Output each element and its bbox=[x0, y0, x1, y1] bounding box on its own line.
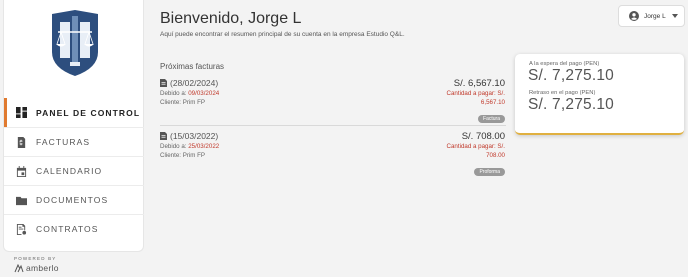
amount-due-value: 6,567.10 bbox=[480, 99, 505, 106]
dashboard-icon bbox=[6, 107, 36, 118]
document-icon bbox=[160, 132, 167, 140]
payment-summary-card: A la espera del pago (PEN) S/. 7,275.10 … bbox=[515, 54, 684, 135]
sidebar-item-label: FACTURAS bbox=[36, 137, 91, 147]
invoice-amount-block: S/. 6,567.10 Cantidad a pagar: S/. 6,567… bbox=[415, 78, 505, 125]
overdue-payment-value: S/. 7,275.10 bbox=[528, 96, 614, 113]
powered-by-label: POWERED BY bbox=[14, 256, 57, 261]
client-label: Cliente: bbox=[160, 152, 181, 159]
amount-due-label: Cantidad a pagar: S/. bbox=[446, 143, 505, 150]
pending-payment-value: S/. 7,275.10 bbox=[528, 67, 614, 84]
sidebar: PANEL DE CONTROL FACTURAS CALENDARIO DOC… bbox=[3, 0, 144, 252]
invoice-amount: S/. 708.00 bbox=[461, 131, 505, 142]
user-avatar-icon bbox=[629, 11, 639, 21]
sidebar-item-label: PANEL DE CONTROL bbox=[36, 107, 141, 118]
due-label: Debido a: bbox=[160, 143, 187, 150]
invoice-item[interactable]: (15/03/2022) Debido a: 25/03/2022 Client… bbox=[160, 131, 506, 176]
folder-icon bbox=[6, 195, 36, 206]
sidebar-item-facturas[interactable]: FACTURAS bbox=[4, 127, 144, 156]
page-subtitle: Aquí puede encontrar el resumen principa… bbox=[160, 31, 405, 38]
amberlo-brand-name: amberlo bbox=[26, 263, 59, 273]
user-name: Jorge L bbox=[644, 12, 666, 20]
invoice-type-badge: Factura bbox=[478, 115, 505, 123]
sidebar-item-label: DOCUMENTOS bbox=[36, 195, 109, 205]
chevron-down-icon bbox=[671, 14, 678, 18]
sidebar-item-calendario[interactable]: CALENDARIO bbox=[4, 156, 144, 185]
client-label: Cliente: bbox=[160, 99, 181, 106]
sidebar-item-label: CALENDARIO bbox=[36, 166, 103, 176]
document-icon bbox=[160, 79, 167, 87]
upcoming-invoices-title: Próximas facturas bbox=[160, 62, 225, 71]
sidebar-item-contratos[interactable]: CONTRATOS bbox=[4, 214, 144, 243]
powered-by: POWERED BY amberlo bbox=[14, 256, 59, 273]
due-date: 25/03/2022 bbox=[188, 143, 220, 150]
sidebar-item-documentos[interactable]: DOCUMENTOS bbox=[4, 185, 144, 214]
due-label: Debido a: bbox=[160, 90, 187, 97]
invoice-type-badge: Proforma bbox=[474, 168, 505, 176]
invoice-amount: S/. 6,567.10 bbox=[453, 78, 505, 89]
page-title: Bienvenido, Jorge L bbox=[160, 10, 302, 27]
invoice-date: (15/03/2022) bbox=[170, 131, 219, 141]
sidebar-item-panel-de-control[interactable]: PANEL DE CONTROL bbox=[4, 98, 144, 127]
amount-due-value: 708.00 bbox=[486, 152, 505, 159]
invoice-item[interactable]: (28/02/2024) Debido a: 09/03/2024 Client… bbox=[160, 78, 506, 126]
sidebar-nav: PANEL DE CONTROL FACTURAS CALENDARIO DOC… bbox=[4, 98, 144, 243]
calendar-icon bbox=[6, 165, 36, 177]
amount-due-label: Cantidad a pagar: S/. bbox=[446, 90, 505, 97]
due-date: 09/03/2024 bbox=[188, 90, 220, 97]
client-name: Prim FP bbox=[182, 99, 206, 106]
amberlo-brand[interactable]: amberlo bbox=[14, 263, 59, 273]
firm-logo bbox=[52, 10, 98, 76]
amberlo-logo-icon bbox=[14, 263, 24, 272]
client-name: Prim FP bbox=[182, 152, 206, 159]
invoice-date: (28/02/2024) bbox=[170, 78, 219, 88]
invoice-amount-block: S/. 708.00 Cantidad a pagar: S/. 708.00 … bbox=[415, 131, 505, 178]
contract-icon bbox=[6, 223, 36, 235]
user-menu-button[interactable]: Jorge L bbox=[618, 5, 685, 27]
sidebar-item-label: CONTRATOS bbox=[36, 224, 99, 234]
invoice-icon bbox=[6, 136, 36, 148]
